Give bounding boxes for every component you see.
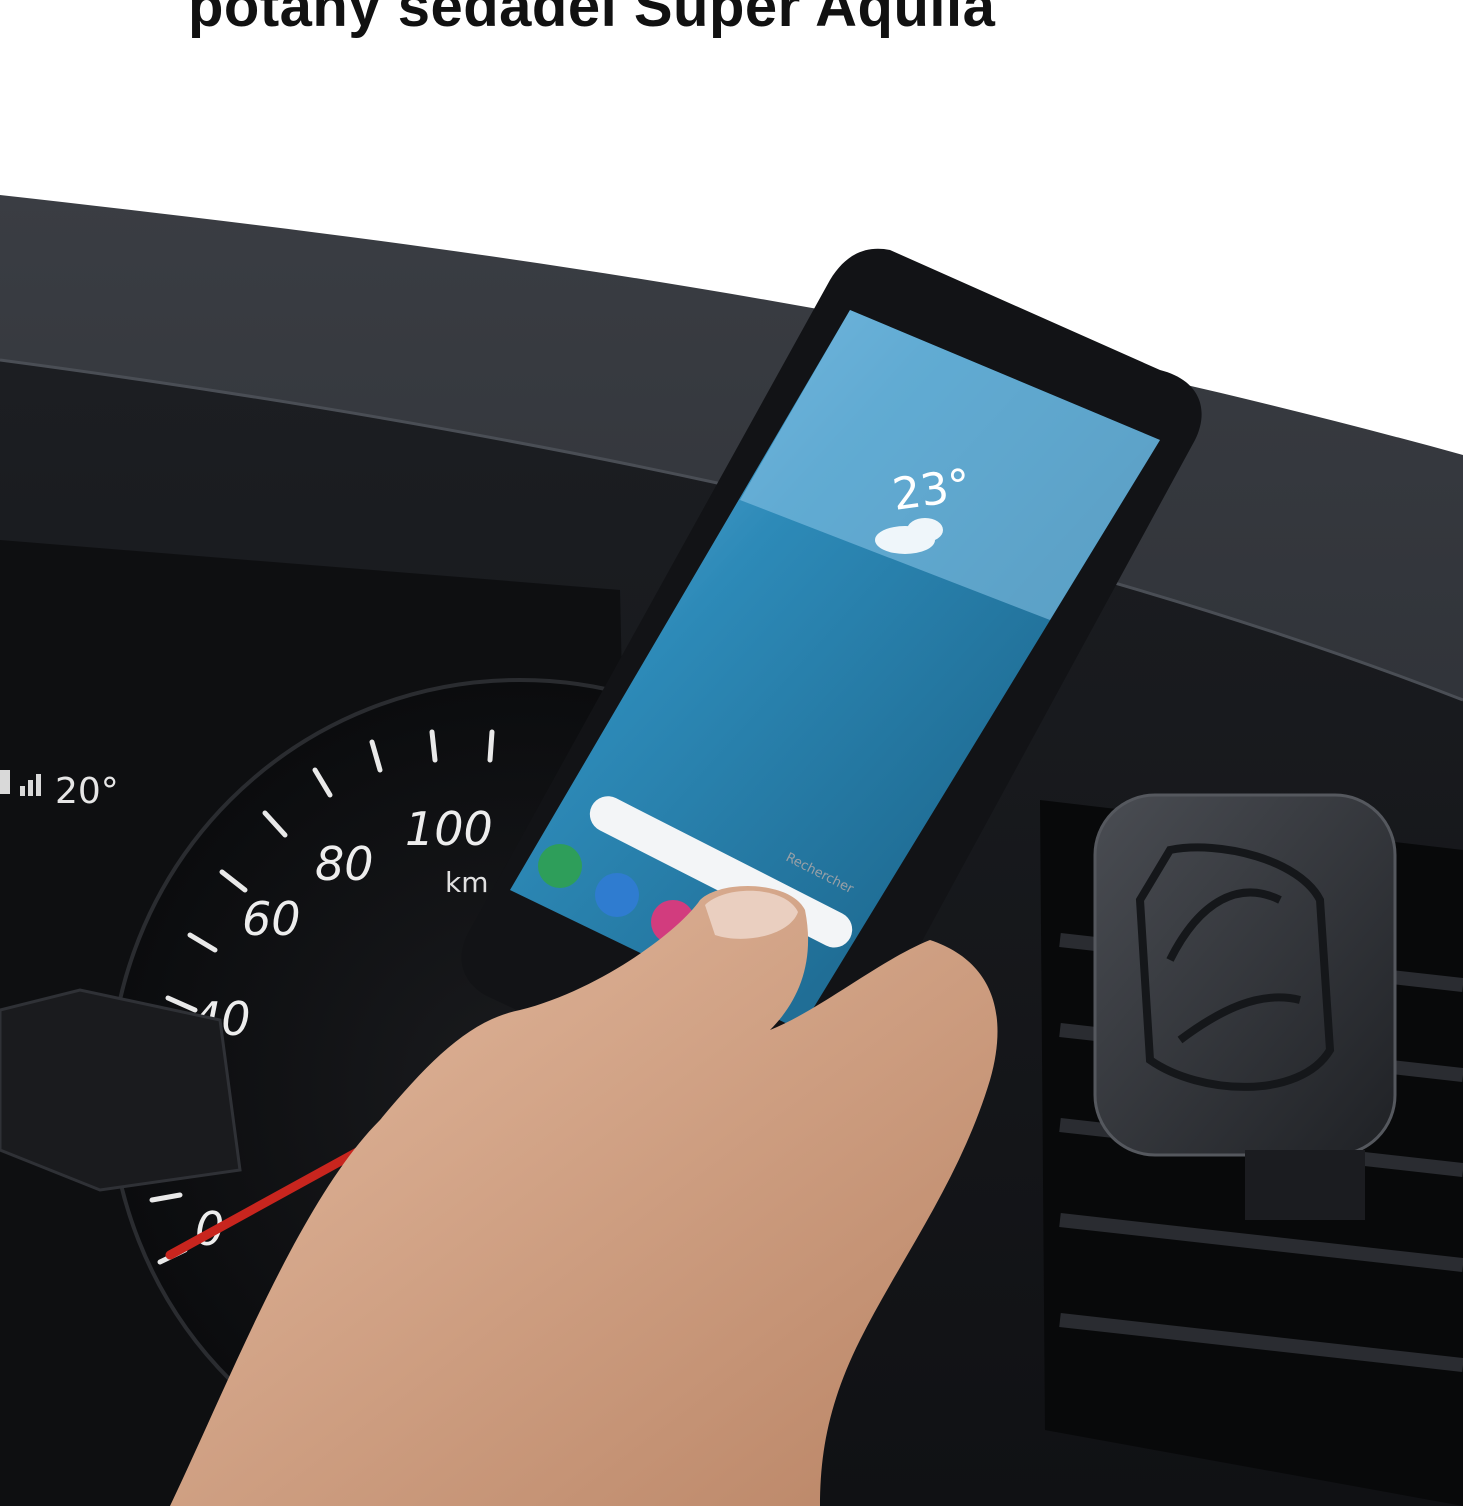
- weather-temperature: 23°: [889, 460, 973, 521]
- steering-stalk: [0, 988, 242, 1192]
- status-readout: 20°: [55, 771, 119, 812]
- speed-unit: km: [445, 866, 489, 899]
- speed-tick-100: 100: [405, 802, 493, 856]
- speed-tick-60: 60: [242, 892, 301, 946]
- messages-app-icon: [595, 873, 639, 917]
- product-photo: 0 40 60 80 100 km 20°: [0, 195, 1463, 1506]
- phone-app-icon: [538, 844, 582, 888]
- speed-tick-80: 80: [315, 837, 374, 891]
